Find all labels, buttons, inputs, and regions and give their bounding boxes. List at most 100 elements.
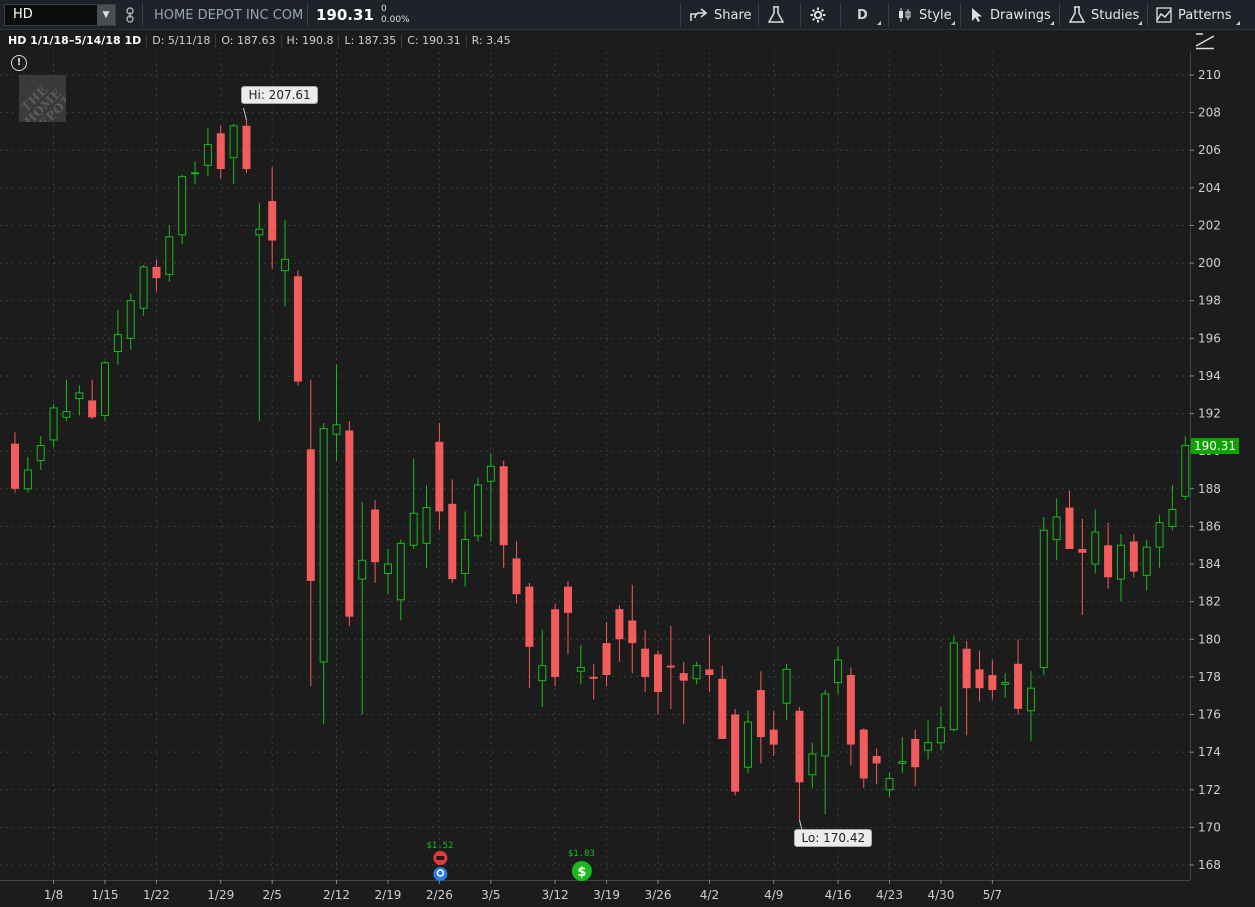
candle bbox=[486, 453, 495, 542]
price-tick-label: 184 bbox=[1198, 557, 1221, 571]
candle bbox=[319, 422, 328, 724]
candle bbox=[679, 661, 688, 724]
candle-body bbox=[525, 586, 534, 647]
net-change: 0 bbox=[381, 4, 387, 14]
candle-body bbox=[924, 742, 933, 751]
candle bbox=[1104, 522, 1113, 589]
info-open: O: 187.63 bbox=[216, 34, 282, 48]
info-high: H: 190.8 bbox=[282, 34, 340, 48]
candlestick-chart[interactable] bbox=[0, 52, 1190, 880]
candle-body bbox=[165, 236, 174, 275]
info-close: C: 190.31 bbox=[402, 34, 467, 48]
candle-body bbox=[576, 667, 585, 672]
candle-body bbox=[1001, 682, 1010, 685]
candle bbox=[911, 729, 920, 786]
candle-body bbox=[602, 643, 611, 676]
candle bbox=[409, 458, 418, 549]
candle bbox=[615, 605, 624, 662]
candle bbox=[1091, 509, 1100, 574]
price-chart-area[interactable] bbox=[0, 52, 1190, 880]
candle-body bbox=[36, 445, 45, 462]
share-button[interactable]: Share bbox=[690, 0, 752, 30]
candle-body bbox=[319, 428, 328, 663]
candle-body bbox=[705, 669, 714, 676]
candle-body bbox=[152, 266, 161, 279]
candle bbox=[1026, 671, 1035, 741]
patterns-label: Patterns bbox=[1178, 7, 1232, 23]
candle-body bbox=[358, 559, 367, 580]
candle-body bbox=[821, 693, 830, 757]
candle bbox=[1052, 498, 1061, 561]
price-change: 0 0.00% bbox=[381, 4, 410, 26]
event-markers: $ bbox=[433, 851, 592, 881]
price-tick-label: 208 bbox=[1198, 106, 1221, 120]
candle bbox=[512, 541, 521, 604]
candle bbox=[666, 626, 675, 709]
candle-body bbox=[1142, 546, 1151, 576]
alert-icon[interactable]: ! bbox=[11, 55, 27, 71]
candle bbox=[808, 742, 817, 788]
candle-body bbox=[1039, 529, 1048, 669]
price-tick-label: 178 bbox=[1198, 670, 1221, 684]
candle bbox=[1168, 485, 1177, 531]
candle bbox=[756, 671, 765, 764]
candle bbox=[782, 663, 791, 721]
candle-body bbox=[126, 300, 135, 339]
candle bbox=[962, 641, 971, 736]
candle bbox=[975, 650, 984, 702]
candle-body bbox=[1091, 531, 1100, 565]
high-annotation: Hi: 207.61 bbox=[241, 86, 318, 105]
price-tick-label: 210 bbox=[1198, 68, 1221, 82]
candle-body bbox=[975, 669, 984, 689]
candle bbox=[654, 650, 662, 715]
aggregation-button[interactable]: D bbox=[857, 0, 868, 30]
dividend-icon-glyph: $ bbox=[577, 865, 586, 880]
candle-body bbox=[1116, 544, 1125, 580]
candle bbox=[383, 549, 392, 595]
settings-button[interactable] bbox=[810, 0, 826, 30]
candle bbox=[834, 646, 843, 694]
patterns-button[interactable]: Patterns bbox=[1156, 0, 1232, 30]
candle-body bbox=[512, 558, 521, 595]
candle bbox=[1014, 639, 1023, 715]
candle-body bbox=[75, 392, 84, 400]
percent-change: 0.00% bbox=[381, 15, 410, 25]
candle bbox=[988, 659, 997, 700]
candle bbox=[422, 485, 431, 568]
price-tick-label: 170 bbox=[1198, 820, 1221, 834]
candle bbox=[178, 174, 187, 245]
candle bbox=[101, 360, 110, 422]
link-icon[interactable] bbox=[122, 0, 138, 30]
drawing-tool-icon[interactable] bbox=[1194, 32, 1216, 50]
candle bbox=[821, 690, 830, 815]
candle-body bbox=[396, 542, 405, 601]
candle-body bbox=[949, 642, 958, 731]
candle-body bbox=[1104, 545, 1113, 578]
candle-body bbox=[872, 755, 881, 764]
candle-body bbox=[101, 362, 110, 416]
price-axis[interactable]: 1681701721741761781801821841861881901921… bbox=[1190, 52, 1255, 880]
candle-body bbox=[383, 563, 392, 574]
candle-body bbox=[936, 727, 945, 744]
symbol-input[interactable]: HD ▼ bbox=[4, 4, 116, 26]
price-tick-label: 200 bbox=[1198, 256, 1221, 270]
candle-body bbox=[538, 665, 547, 682]
candle bbox=[872, 748, 881, 785]
home-depot-logo: THE HOME DEPOT bbox=[19, 75, 66, 122]
price-tick-label: 172 bbox=[1198, 783, 1221, 797]
style-button[interactable]: Style bbox=[897, 0, 952, 30]
candle bbox=[576, 644, 585, 685]
symbol-dropdown-icon[interactable]: ▼ bbox=[97, 5, 115, 25]
studies-button[interactable]: Studies bbox=[1069, 0, 1139, 30]
candle bbox=[769, 710, 778, 756]
candle-body bbox=[1052, 516, 1061, 541]
candle bbox=[885, 772, 894, 798]
candle-body bbox=[744, 721, 753, 768]
candle bbox=[949, 635, 958, 732]
flask-button[interactable] bbox=[768, 0, 784, 30]
candle bbox=[1181, 436, 1190, 501]
candle bbox=[268, 167, 277, 269]
candle-body bbox=[113, 334, 122, 353]
candle bbox=[358, 501, 367, 715]
drawings-button[interactable]: Drawings bbox=[970, 0, 1051, 30]
